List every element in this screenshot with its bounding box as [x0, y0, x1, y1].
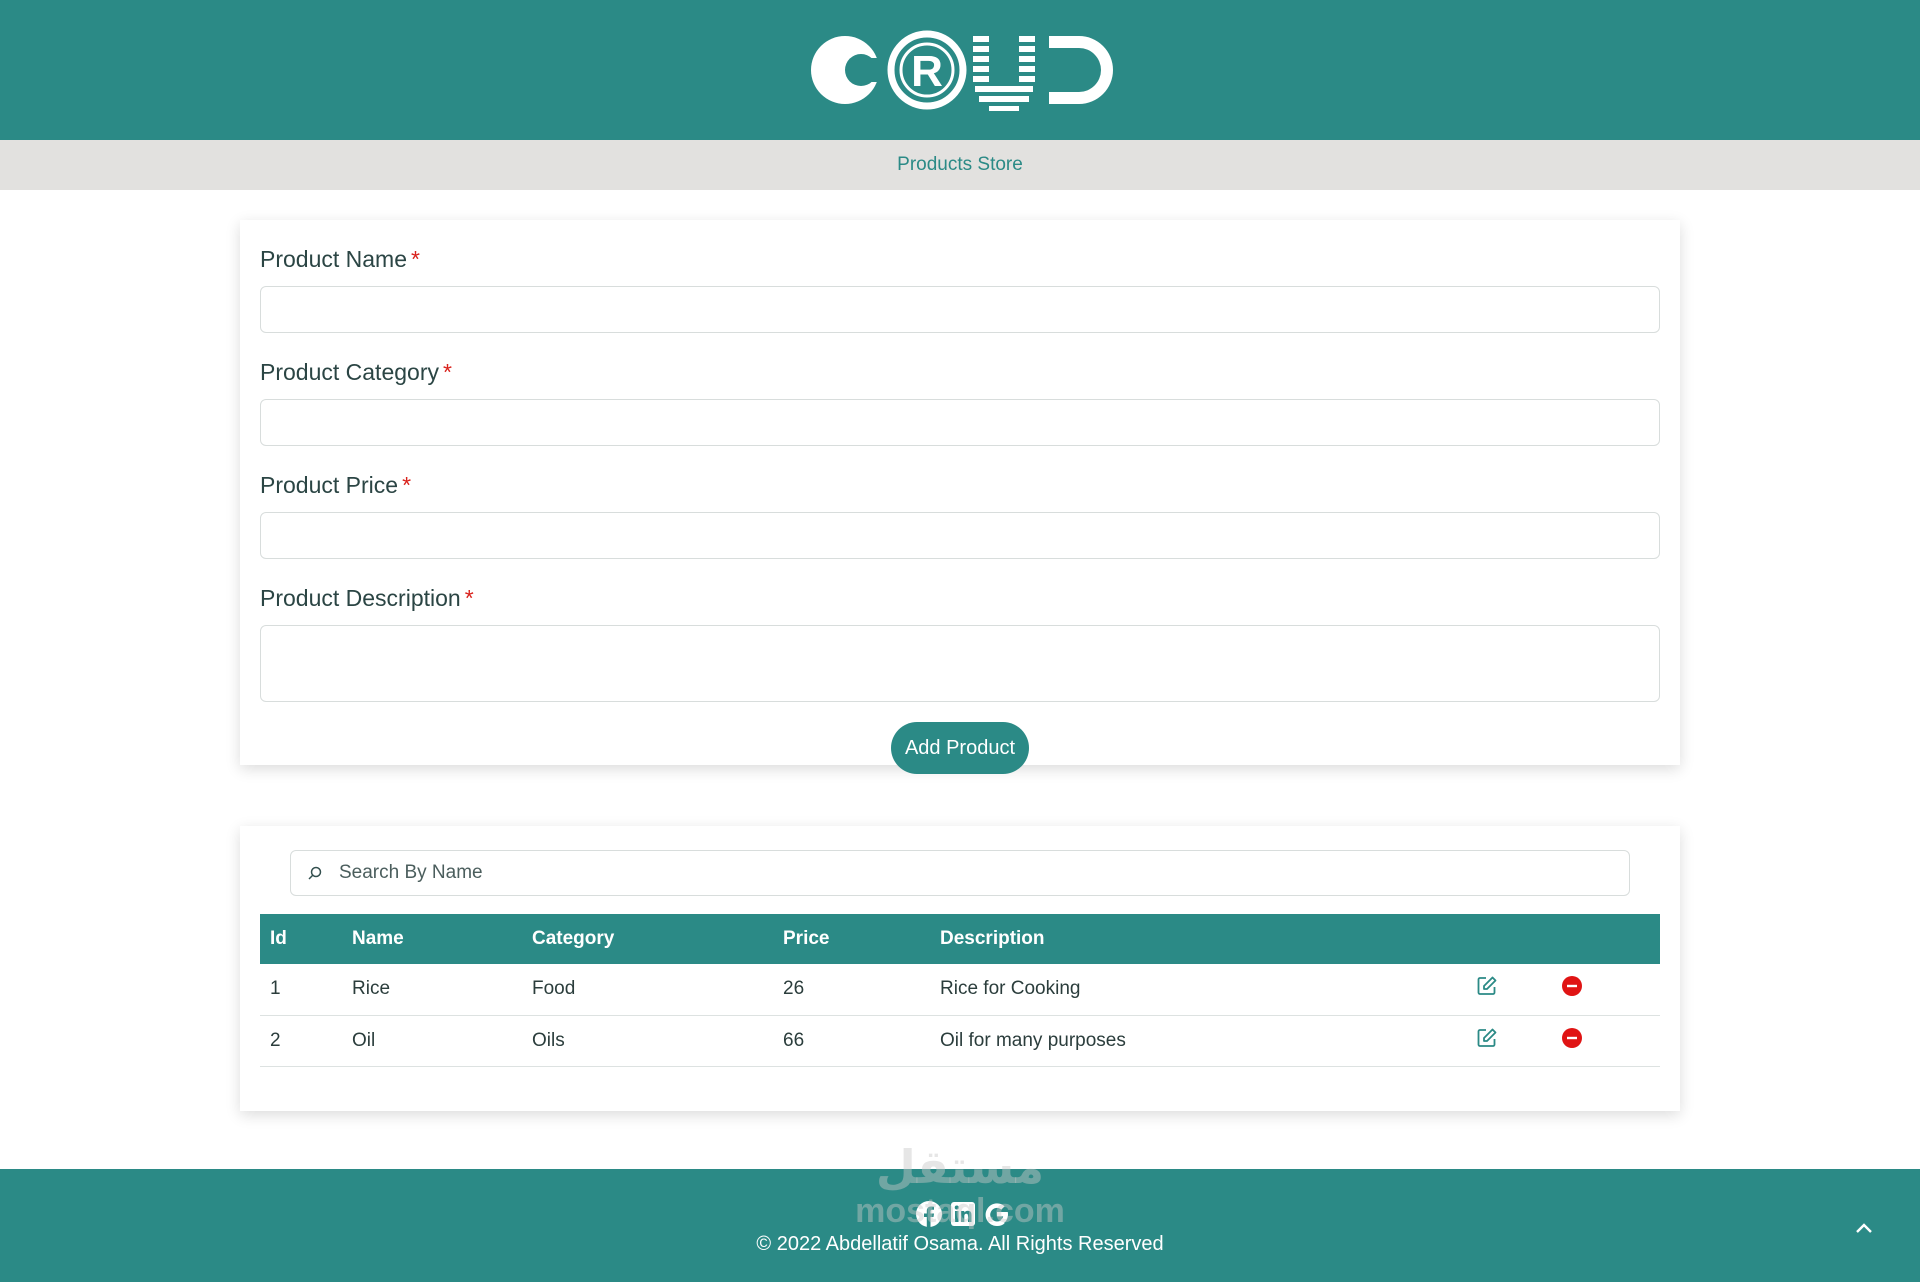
- cell-id: 1: [260, 964, 342, 1016]
- table-header-row: Id Name Category Price Description: [260, 914, 1660, 964]
- edit-icon[interactable]: [1476, 1027, 1498, 1049]
- cell-name: Oil: [342, 1015, 522, 1067]
- delete-cell: [1551, 964, 1660, 1016]
- cell-description: Rice for Cooking: [930, 964, 1454, 1016]
- cell-name: Rice: [342, 964, 522, 1016]
- copyright-icon: ©: [756, 1233, 772, 1255]
- search-input[interactable]: [339, 862, 1613, 884]
- product-form: Product Name * Product Category * Product …: [240, 220, 1680, 774]
- edit-cell: [1454, 1015, 1551, 1067]
- product-description-input[interactable]: [260, 625, 1660, 702]
- store-title: Products Store: [897, 154, 1023, 175]
- header-edit: [1454, 914, 1551, 964]
- products-table-card: Id Name Category Price Description 1 Ric…: [240, 826, 1680, 1111]
- watermark: مستقل mostaql.com: [840, 1142, 1080, 1262]
- cell-category: Oils: [522, 1015, 773, 1067]
- cell-description: Oil for many purposes: [930, 1015, 1454, 1067]
- header-description: Description: [940, 928, 1045, 949]
- header-category: Category: [532, 928, 615, 949]
- header-id: Id: [270, 928, 287, 949]
- search-icon: [307, 864, 325, 882]
- watermark-latin: mostaql.com: [855, 1191, 1065, 1230]
- header-delete: [1551, 914, 1660, 964]
- delete-icon[interactable]: [1561, 975, 1583, 997]
- product-description-label: Product Description *: [260, 585, 474, 611]
- cell-id: 2: [260, 1015, 342, 1067]
- site-header: R: [0, 0, 1920, 140]
- chevron-up-icon[interactable]: [1852, 1217, 1876, 1241]
- svg-text:R: R: [911, 47, 943, 96]
- add-product-button[interactable]: Add Product: [890, 722, 1030, 774]
- cell-price: 26: [773, 964, 930, 1016]
- product-name-input[interactable]: [260, 286, 1660, 333]
- table-row: 1 Rice Food 26 Rice for Cooking: [260, 964, 1660, 1016]
- edit-cell: [1454, 964, 1551, 1016]
- product-category-label: Product Category *: [260, 359, 452, 385]
- delete-cell: [1551, 1015, 1660, 1067]
- store-title-bar: Products Store: [0, 140, 1920, 190]
- product-price-input[interactable]: [260, 512, 1660, 559]
- product-name-label: Product Name *: [260, 246, 420, 272]
- search-box[interactable]: [290, 850, 1630, 896]
- header-name: Name: [352, 928, 404, 949]
- products-table: Id Name Category Price Description 1 Ric…: [260, 914, 1660, 1067]
- crud-logo-mark: R: [811, 30, 1113, 111]
- header-price: Price: [783, 928, 830, 949]
- edit-icon[interactable]: [1476, 975, 1498, 997]
- product-price-label: Product Price *: [260, 472, 412, 498]
- cell-category: Food: [522, 964, 773, 1016]
- table-row: 2 Oil Oils 66 Oil for many purposes: [260, 1015, 1660, 1067]
- watermark-arabic: مستقل: [875, 1141, 1045, 1193]
- crud-logo[interactable]: R: [805, 28, 1115, 112]
- cell-price: 66: [773, 1015, 930, 1067]
- product-category-input[interactable]: [260, 399, 1660, 446]
- delete-icon[interactable]: [1561, 1027, 1583, 1049]
